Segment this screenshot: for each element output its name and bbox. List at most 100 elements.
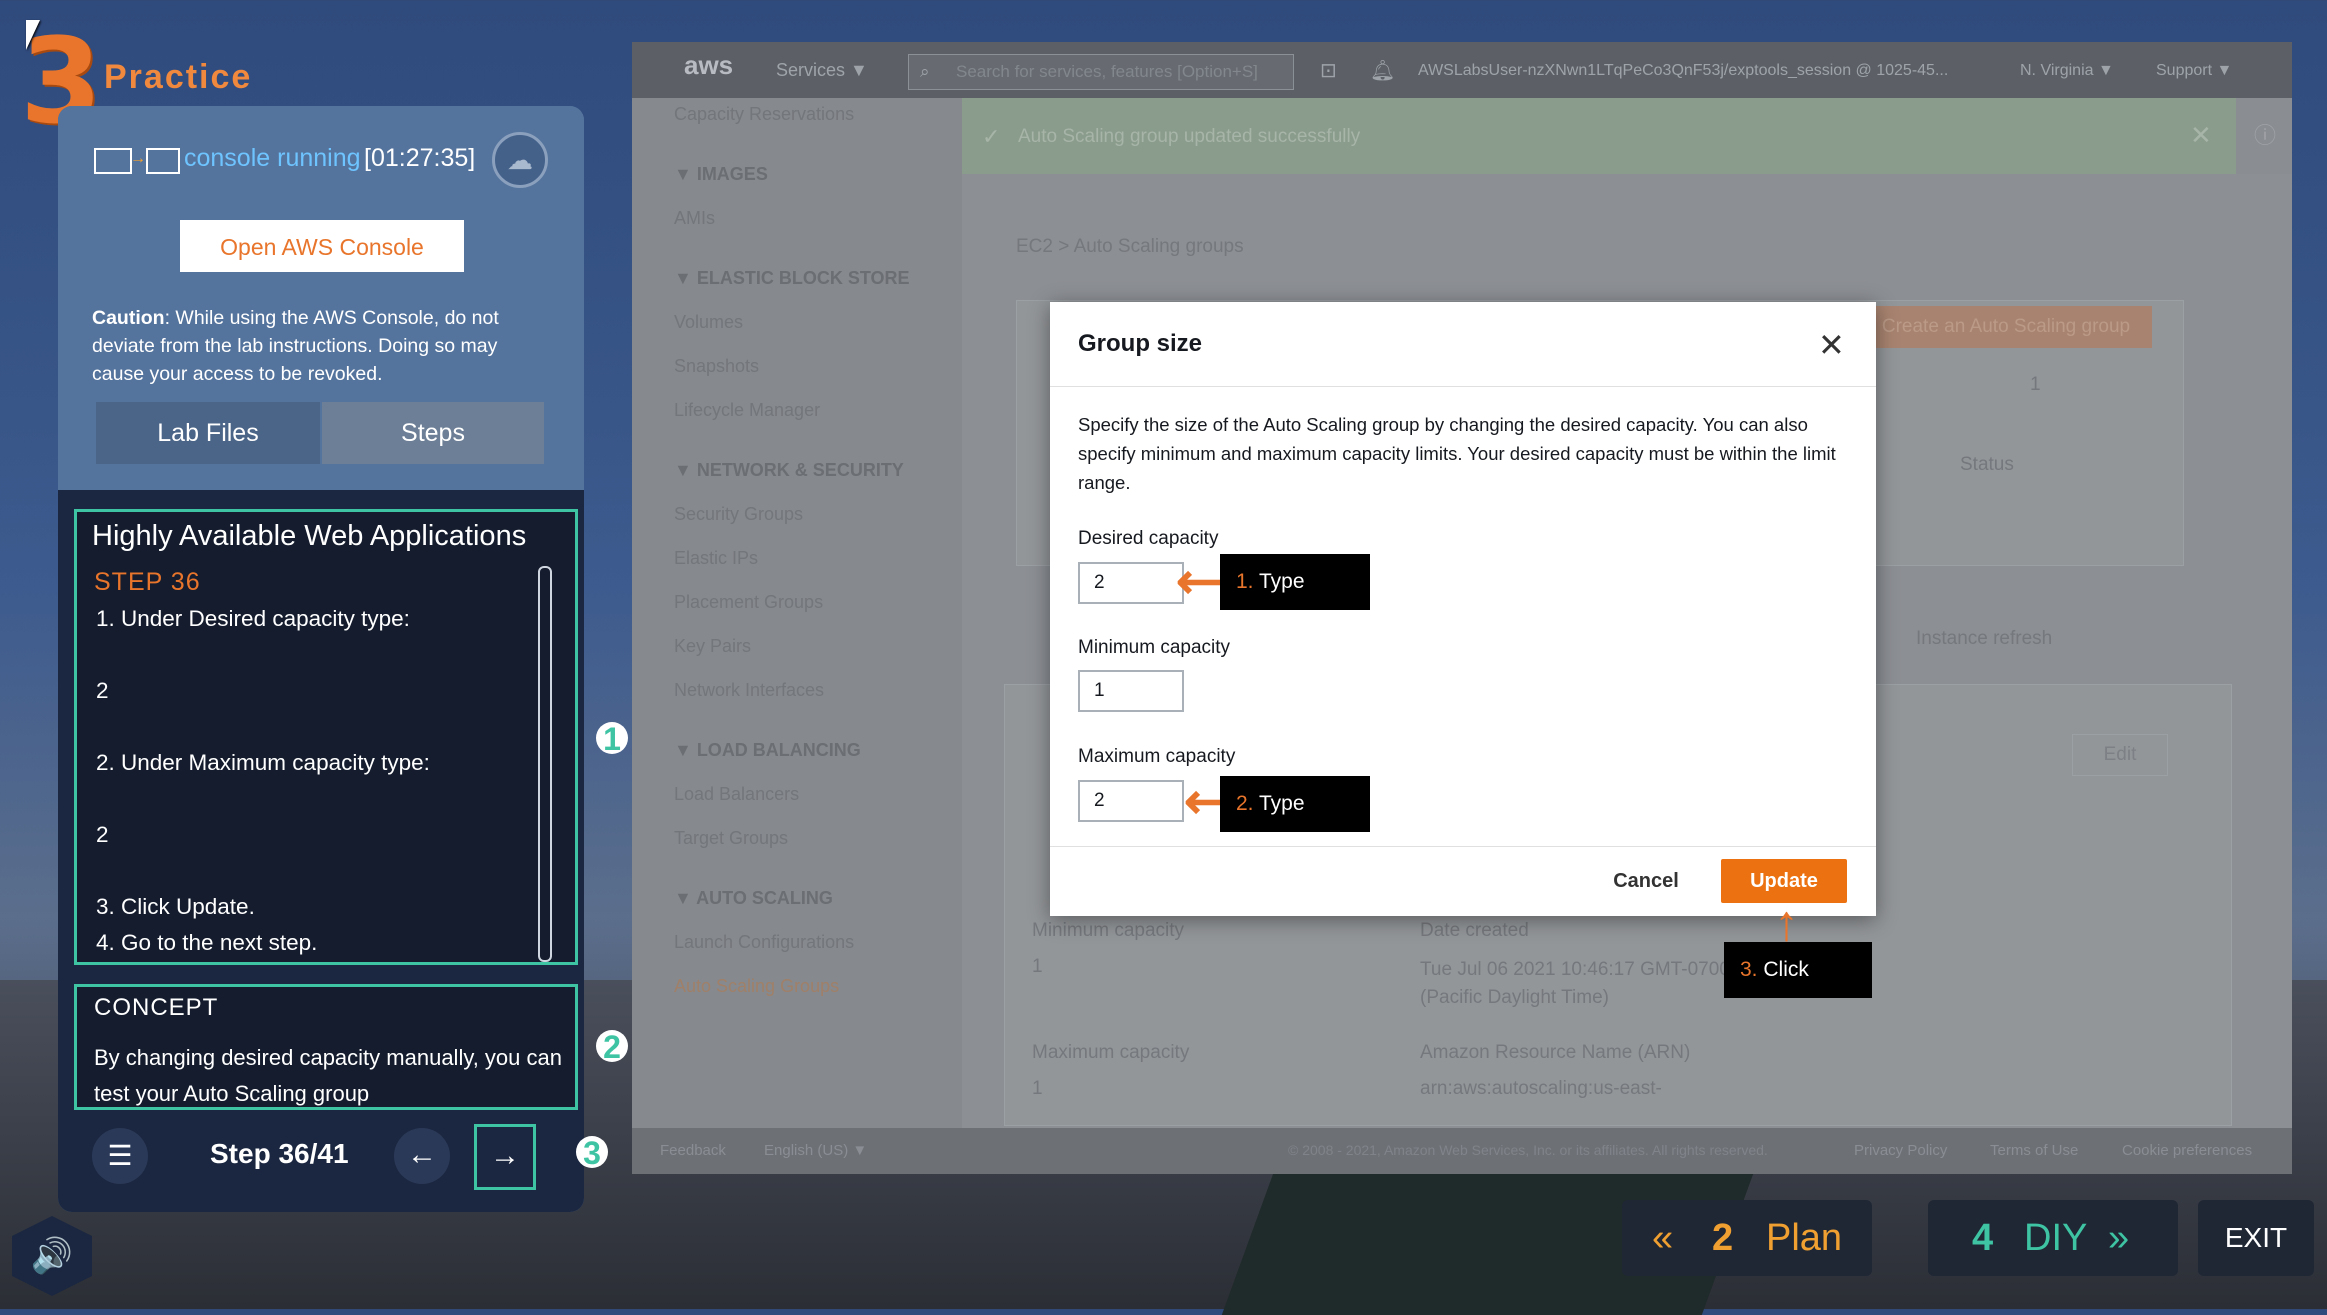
console-status: console running <box>184 144 361 172</box>
instance-refresh-tab[interactable]: Instance refresh <box>1916 628 2052 650</box>
cloud-icon: ☁ <box>507 145 533 175</box>
sidebar-item[interactable]: Placement Groups <box>674 592 823 613</box>
callout-type-desired: 1. Type <box>1220 554 1370 610</box>
banner-text: Auto Scaling group updated successfully <box>1018 126 1361 147</box>
callout-badge-2: 2 <box>596 1030 628 1064</box>
console-window-icon <box>94 148 132 174</box>
check-circle-icon: ✓ <box>982 124 1001 149</box>
language-menu[interactable]: English (US) ▼ <box>764 1142 867 1159</box>
sidebar-section-heading: ▼ LOAD BALANCING <box>674 740 861 760</box>
sidebar-section-heading: ▼ AUTO SCALING <box>674 888 833 908</box>
ec2-sidebar <box>632 98 962 1128</box>
diy-label: DIY <box>2024 1217 2088 1259</box>
feedback-link[interactable]: Feedback <box>660 1142 726 1159</box>
create-asg-button[interactable]: Create an Auto Scaling group <box>1860 306 2152 348</box>
list-icon: ☰ <box>107 1140 133 1171</box>
cookie-link[interactable]: Cookie preferences <box>2122 1142 2252 1159</box>
diy-button[interactable]: 4 DIY » <box>1928 1200 2178 1276</box>
maximum-capacity-input[interactable] <box>1078 780 1184 822</box>
callout-badge-3: 3 <box>576 1136 608 1170</box>
double-chevron-left-icon: « <box>1652 1217 1674 1259</box>
modal-divider <box>1050 846 1876 847</box>
callout-badge-1: 1 <box>596 722 628 756</box>
sidebar-item[interactable]: Key Pairs <box>674 636 751 657</box>
desired-capacity-label: Desired capacity <box>1078 528 1219 549</box>
search-icon: ⌕ <box>920 62 930 81</box>
sidebar-item[interactable]: AMIs <box>674 208 715 229</box>
sidebar-item[interactable]: Target Groups <box>674 828 788 849</box>
sidebar-item[interactable]: Volumes <box>674 312 743 333</box>
cloud-upload-button[interactable]: ☁ <box>492 132 548 188</box>
sidebar-item[interactable]: Launch Configurations <box>674 932 854 953</box>
caution-text: Caution: While using the AWS Console, do… <box>92 304 552 388</box>
sidebar-item[interactable]: Snapshots <box>674 356 759 377</box>
terms-link[interactable]: Terms of Use <box>1990 1142 2078 1159</box>
status-column: Status <box>1960 454 2014 475</box>
sidebar-item[interactable]: Capacity Reservations <box>674 104 854 125</box>
plan-label: Plan <box>1766 1217 1843 1259</box>
callout-type-maximum: 2. Type <box>1220 776 1370 832</box>
edit-button[interactable]: Edit <box>2072 734 2168 776</box>
sidebar-item[interactable]: Load Balancers <box>674 784 799 805</box>
mouse-cursor-icon <box>26 20 40 50</box>
console-timer: [01:27:35] <box>364 144 476 172</box>
sidebar-item[interactable]: Network Interfaces <box>674 680 824 701</box>
bell-icon[interactable]: 🔔︎ <box>1370 58 1395 83</box>
breadcrumb: EC2 > Auto Scaling groups <box>1016 236 1244 257</box>
step-line: 3. Click Update. <box>96 894 255 919</box>
min-capacity-label: Minimum capacity <box>1032 920 1185 941</box>
console-window-icon <box>146 148 180 174</box>
services-menu[interactable]: Services ▼ <box>776 60 868 81</box>
banner-close-icon[interactable]: ✕ <box>2190 120 2212 151</box>
previous-step-button[interactable]: ← <box>394 1128 450 1184</box>
arrow-right-icon: → <box>490 1139 520 1172</box>
callout-text: Click <box>1763 958 1809 981</box>
account-menu[interactable]: AWSLabsUser-nzXNwn1LTqPeCo3QnF53j/exptoo… <box>1418 62 1948 80</box>
step-number: STEP 36 <box>94 568 201 596</box>
modal-close-icon[interactable]: ✕ <box>1818 326 1845 364</box>
callout-number: 3. <box>1740 958 1758 981</box>
privacy-link[interactable]: Privacy Policy <box>1854 1142 1947 1159</box>
step-scrollbar[interactable] <box>538 566 552 962</box>
plan-button[interactable]: « 2 Plan <box>1622 1200 1872 1276</box>
practice-logo-label: Practice <box>104 58 253 96</box>
maximum-capacity-label: Maximum capacity <box>1078 746 1236 767</box>
exit-button[interactable]: EXIT <box>2198 1200 2314 1276</box>
modal-description: Specify the size of the Auto Scaling gro… <box>1078 414 1836 493</box>
arn-label: Amazon Resource Name (ARN) <box>1420 1042 1691 1063</box>
support-menu[interactable]: Support ▼ <box>2156 62 2232 80</box>
callout-number: 1. <box>1236 570 1254 593</box>
sidebar-item[interactable]: Auto Scaling Groups <box>674 976 839 997</box>
tab-steps[interactable]: Steps <box>322 402 544 464</box>
concept-text: By changing desired capacity manually, y… <box>94 1045 562 1106</box>
max-capacity-label: Maximum capacity <box>1032 1042 1190 1063</box>
sidebar-item[interactable]: Security Groups <box>674 504 803 525</box>
callout-number: 2. <box>1236 792 1254 815</box>
copyright-text: © 2008 - 2021, Amazon Web Services, Inc.… <box>1288 1142 1768 1158</box>
step-line: 2. Under Maximum capacity type: <box>96 750 430 775</box>
sidebar-section-heading: ▼ IMAGES <box>674 164 768 184</box>
speaker-icon: 🔊 <box>30 1237 74 1275</box>
arrow-left-icon: ← <box>407 1138 437 1171</box>
next-step-button[interactable]: → <box>474 1124 536 1190</box>
sidebar-item[interactable]: Lifecycle Manager <box>674 400 820 421</box>
sidebar-item[interactable]: Elastic IPs <box>674 548 758 569</box>
tab-lab-files[interactable]: Lab Files <box>96 402 320 464</box>
callout-text: Type <box>1258 570 1305 593</box>
info-icon[interactable]: ⓘ <box>2254 118 2276 150</box>
arrow-up-icon: ↑ <box>1774 895 1799 951</box>
desired-capacity-input[interactable] <box>1078 562 1184 604</box>
cloudshell-icon[interactable]: ⊡ <box>1320 58 1337 83</box>
minimum-capacity-input[interactable] <box>1078 670 1184 712</box>
cancel-button[interactable]: Cancel <box>1600 860 1692 902</box>
step-counter: Step 36/41 <box>210 1138 349 1169</box>
group-size-modal <box>1050 302 1876 916</box>
concept-title: CONCEPT <box>94 994 219 1021</box>
plan-number: 2 <box>1712 1217 1734 1259</box>
diy-number: 4 <box>1972 1217 1994 1259</box>
open-aws-console-button[interactable]: Open AWS Console <box>180 220 464 272</box>
aws-logo: aws <box>684 50 734 80</box>
region-menu[interactable]: N. Virginia ▼ <box>2020 62 2114 80</box>
step-list-button[interactable]: ☰ <box>92 1128 148 1184</box>
minimum-capacity-label: Minimum capacity <box>1078 637 1231 658</box>
